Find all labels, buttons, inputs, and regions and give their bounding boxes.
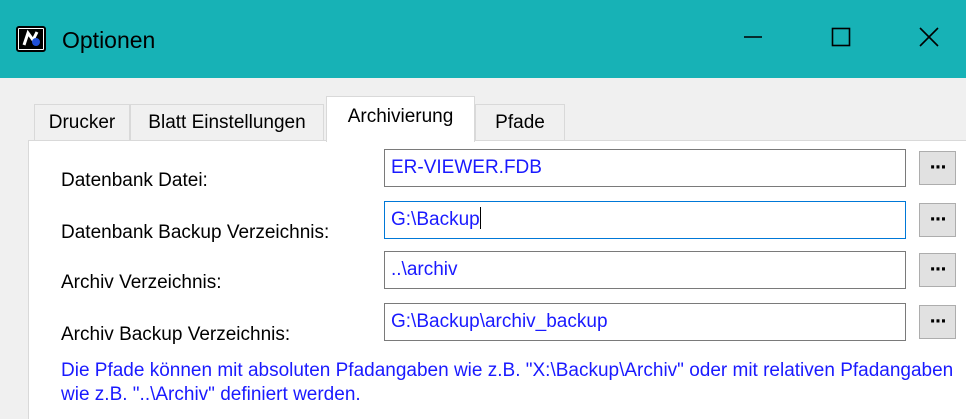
archive-dir-value: ..\archiv (391, 259, 458, 280)
minimize-button[interactable] (713, 0, 793, 78)
archive-dir-input[interactable]: ..\archiv (384, 251, 906, 289)
database-file-browse-button[interactable]: ··· (919, 151, 956, 185)
tab-drucker[interactable]: Drucker (34, 104, 130, 141)
maximize-button[interactable] (801, 0, 881, 78)
database-backup-dir-input[interactable]: G:\Backup (384, 201, 906, 239)
title-bar[interactable]: Optionen (0, 0, 966, 78)
tab-blatt-einstellungen[interactable]: Blatt Einstellungen (130, 104, 324, 141)
database-file-input[interactable]: ER-VIEWER.FDB (384, 149, 906, 187)
archive-backup-dir-browse-button[interactable]: ··· (919, 305, 956, 339)
minimize-icon (742, 26, 764, 53)
database-backup-dir-label: Datenbank Backup Verzeichnis: (61, 222, 330, 243)
database-file-value: ER-VIEWER.FDB (391, 157, 542, 178)
maximize-icon (830, 26, 852, 53)
text-caret (479, 207, 481, 229)
archive-dir-browse-button[interactable]: ··· (919, 253, 956, 287)
archive-dir-label: Archiv Verzeichnis: (61, 272, 222, 293)
database-backup-dir-value: G:\Backup (391, 209, 480, 230)
database-file-label: Datenbank Datei: (61, 170, 208, 191)
close-icon (918, 26, 940, 53)
window-title: Optionen (62, 27, 156, 53)
options-window: Optionen Drucker Blatt Einstellungen Arc… (0, 0, 966, 419)
tab-pfade[interactable]: Pfade (475, 104, 565, 141)
client-area: Drucker Blatt Einstellungen Archivierung… (14, 78, 966, 419)
tab-archivierung[interactable]: Archivierung (326, 96, 475, 142)
tab-panel-archivierung: Datenbank Datei: ER-VIEWER.FDB ··· Daten… (28, 140, 966, 419)
archive-backup-dir-label: Archiv Backup Verzeichnis: (61, 324, 291, 345)
database-backup-dir-browse-button[interactable]: ··· (919, 203, 956, 237)
close-button[interactable] (889, 0, 966, 78)
archive-backup-dir-input[interactable]: G:\Backup\archiv_backup (384, 303, 906, 341)
app-icon (16, 26, 46, 52)
archive-backup-dir-value: G:\Backup\archiv_backup (391, 311, 608, 332)
path-hint-text: Die Pfade können mit absoluten Pfadangab… (61, 360, 954, 405)
